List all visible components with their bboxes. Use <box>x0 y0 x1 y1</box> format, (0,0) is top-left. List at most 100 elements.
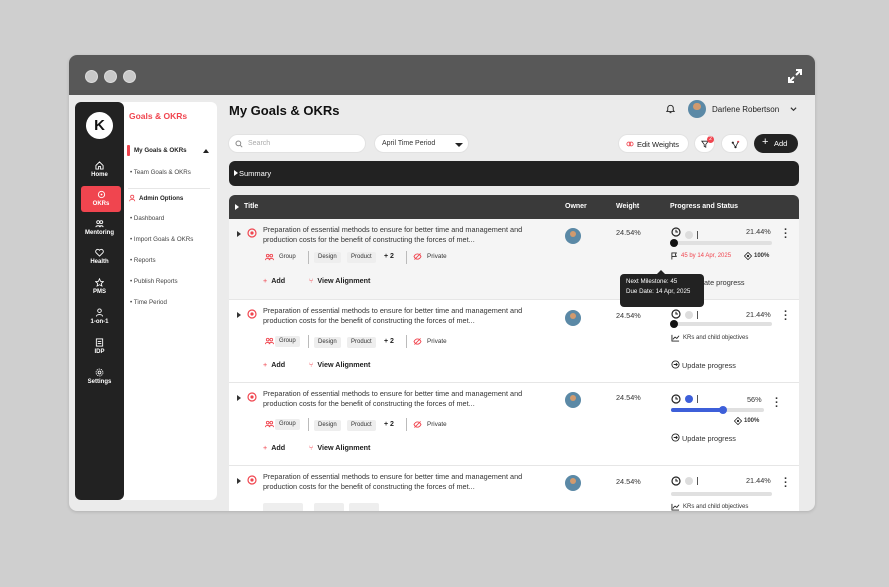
submenu-item-my-goals[interactable]: My Goals & OKRs <box>134 147 187 154</box>
add-kr-button[interactable]: + Add <box>263 443 285 452</box>
more-tags[interactable]: + 2 <box>384 253 394 260</box>
window-dot[interactable] <box>123 70 136 83</box>
add-kr-button[interactable]: + Add <box>263 360 285 369</box>
tag-group[interactable]: Group <box>275 419 300 430</box>
tag[interactable]: Product <box>347 337 376 348</box>
submenu-item-dashboard[interactable]: • Dashboard <box>130 215 164 222</box>
user-name[interactable]: Darlene Robertson <box>712 105 779 114</box>
col-title[interactable]: Title <box>244 203 258 210</box>
submenu-item-team-goals[interactable]: • Team Goals & OKRs <box>130 169 191 176</box>
clock-icon[interactable] <box>671 227 681 237</box>
progress-bar[interactable] <box>670 239 772 247</box>
owner-avatar[interactable] <box>565 392 581 408</box>
more-icon[interactable]: · · · <box>775 394 779 413</box>
view-alignment-button[interactable]: ⑂ View Alignment <box>309 360 370 369</box>
expand-caret-icon[interactable] <box>237 395 241 401</box>
view-alignment-button[interactable]: ⑂ View Alignment <box>309 276 370 285</box>
col-owner[interactable]: Owner <box>565 203 587 210</box>
more-icon[interactable]: · · · <box>784 307 788 326</box>
col-weight[interactable]: Weight <box>616 203 639 210</box>
summary-panel[interactable]: Summary <box>229 161 799 186</box>
nav-okrs[interactable]: OKRs <box>81 186 121 212</box>
tag[interactable]: Design <box>314 420 341 431</box>
nav-one-on-one[interactable]: 1-on-1 <box>75 304 124 330</box>
progress-knob[interactable] <box>670 320 678 328</box>
more-tags[interactable]: + 2 <box>384 421 394 428</box>
more-tags[interactable]: + 2 <box>384 338 394 345</box>
goal-title[interactable]: Preparation of essential methods to ensu… <box>263 389 558 409</box>
tag-group[interactable]: Group <box>275 336 300 347</box>
tag[interactable]: Design <box>314 337 341 348</box>
clock-icon[interactable] <box>671 309 681 319</box>
expand-caret-icon[interactable] <box>237 312 241 318</box>
progress-knob[interactable] <box>719 406 728 414</box>
logo[interactable]: K <box>86 112 113 139</box>
more-icon[interactable]: · · · <box>784 474 788 493</box>
submenu-admin-options[interactable]: Admin Options <box>139 195 183 202</box>
tag-group[interactable]: Group <box>275 252 300 263</box>
view-alignment-button[interactable]: ⑂ View Alignment <box>309 443 370 452</box>
clock-icon[interactable] <box>671 394 681 404</box>
share-button[interactable] <box>721 134 748 153</box>
nav-settings[interactable]: Settings <box>75 364 124 390</box>
table-row[interactable]: Preparation of essential methods to ensu… <box>229 466 799 511</box>
submenu-item-publish-reports[interactable]: • Publish Reports <box>130 278 178 285</box>
add-button[interactable]: + Add <box>754 134 798 153</box>
update-progress-partial[interactable]: ate progress <box>704 278 745 287</box>
filter-button[interactable]: 2 <box>694 134 715 153</box>
bell-icon[interactable] <box>665 103 676 114</box>
status-dot[interactable] <box>685 477 693 485</box>
edit-weights-button[interactable]: Edit Weights <box>618 134 689 153</box>
nav-health[interactable]: Health <box>75 244 124 270</box>
avatar[interactable] <box>688 100 706 118</box>
goal-title[interactable]: Preparation of essential methods to ensu… <box>263 306 558 326</box>
table-row[interactable]: Preparation of essential methods to ensu… <box>229 383 799 466</box>
status-dot[interactable] <box>685 231 693 239</box>
window-dot[interactable] <box>104 70 117 83</box>
progress-bar[interactable] <box>671 492 772 496</box>
status-dot[interactable] <box>685 395 693 403</box>
expand-caret-icon[interactable] <box>237 231 241 237</box>
update-progress-button[interactable]: Update progress <box>682 361 736 370</box>
table-row[interactable]: Preparation of essential methods to ensu… <box>229 219 799 300</box>
nav-mentoring[interactable]: Mentoring <box>75 215 124 241</box>
kr-link[interactable]: KRs and child objectives <box>683 335 748 341</box>
chevron-down-icon[interactable] <box>790 106 797 112</box>
tag[interactable] <box>349 503 379 511</box>
tag[interactable] <box>314 503 344 511</box>
col-progress[interactable]: Progress and Status <box>670 203 738 210</box>
window-dot[interactable] <box>85 70 98 83</box>
goal-title[interactable]: Preparation of essential methods to ensu… <box>263 472 558 492</box>
milestone-text[interactable]: 45 by 14 Apr, 2025 <box>681 253 731 259</box>
kr-link[interactable]: KRs and child objectives <box>683 504 748 510</box>
tag[interactable]: Design <box>314 252 341 263</box>
update-progress-button[interactable]: Update progress <box>682 434 736 443</box>
add-kr-button[interactable]: + Add <box>263 276 285 285</box>
search-input[interactable]: Search <box>228 134 366 153</box>
expand-caret-icon[interactable] <box>237 478 241 484</box>
nav-idp[interactable]: IDP <box>75 334 124 360</box>
tag[interactable]: Product <box>347 252 376 263</box>
chevron-up-icon[interactable] <box>203 149 209 153</box>
progress-bar[interactable] <box>671 406 764 414</box>
tag[interactable] <box>263 503 303 511</box>
submenu-item-import[interactable]: • Import Goals & OKRs <box>130 236 193 243</box>
table-row[interactable]: Preparation of essential methods to ensu… <box>229 300 799 383</box>
submenu-item-time-period[interactable]: • Time Period <box>130 299 167 306</box>
owner-avatar[interactable] <box>565 475 581 491</box>
goal-title[interactable]: Preparation of essential methods to ensu… <box>263 225 558 245</box>
progress-bar[interactable] <box>670 320 772 328</box>
status-dot[interactable] <box>685 311 693 319</box>
progress-knob[interactable] <box>670 239 678 247</box>
nav-home[interactable]: Home <box>75 157 124 183</box>
caret-right-icon[interactable] <box>235 204 239 210</box>
clock-icon[interactable] <box>671 476 681 486</box>
period-select[interactable]: April Time Period <box>374 134 469 153</box>
tag[interactable]: Product <box>347 420 376 431</box>
nav-pms[interactable]: PMS <box>75 274 124 300</box>
owner-avatar[interactable] <box>565 310 581 326</box>
submenu-item-reports[interactable]: • Reports <box>130 257 156 264</box>
more-icon[interactable]: · · · <box>784 225 788 244</box>
expand-icon[interactable] <box>787 68 803 84</box>
owner-avatar[interactable] <box>565 228 581 244</box>
